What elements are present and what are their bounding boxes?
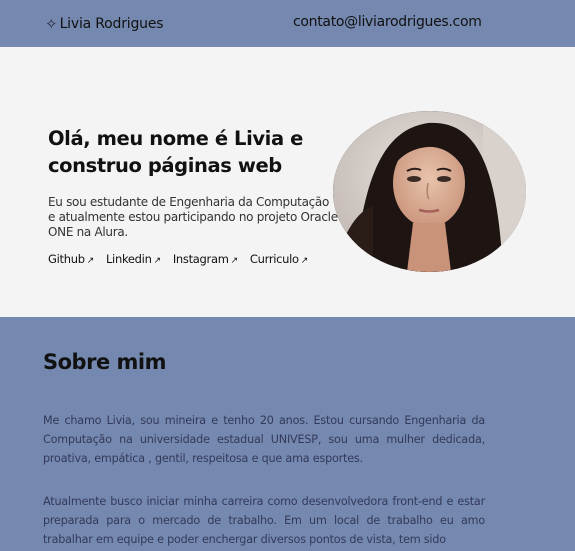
hero-intro: Eu sou estudante de Engenharia da Comput… — [48, 195, 338, 239]
arrow-up-right-icon: ↗ — [300, 256, 309, 266]
about-paragraph-2: Atualmente busco iniciar minha carreira … — [43, 495, 485, 546]
about-paragraph-1: Me chamo Livia, sou mineira e tenho 20 a… — [43, 414, 485, 465]
instagram-link[interactable]: Instagram ↗ — [173, 252, 238, 266]
instagram-link-label: Instagram — [172, 252, 229, 266]
email-link[interactable]: contato@liviarodrigues.com — [293, 14, 482, 30]
profile-photo — [333, 111, 526, 272]
sparkle-icon: ✧ — [45, 14, 58, 33]
linkedin-link-label: Linkedin — [105, 252, 152, 266]
arrow-up-right-icon: ↗ — [86, 256, 95, 266]
arrow-up-right-icon: ↗ — [153, 256, 162, 266]
curriculo-link[interactable]: Curriculo ↗ — [250, 252, 308, 266]
site-header: ✧ Livia Rodrigues contato@liviarodrigues… — [0, 0, 575, 47]
hero-section: Olá, meu nome é Livia e construo páginas… — [0, 47, 575, 317]
brand[interactable]: ✧ Livia Rodrigues — [45, 14, 164, 34]
curriculo-link-label: Curriculo — [249, 252, 299, 266]
linkedin-link[interactable]: Linkedin ↗ — [106, 252, 161, 266]
about-title: Sobre mim — [43, 350, 166, 374]
github-link[interactable]: Github ↗ — [48, 252, 94, 266]
arrow-up-right-icon: ↗ — [230, 256, 239, 266]
brand-name: Livia Rodrigues — [59, 16, 164, 32]
social-links: Github ↗ Linkedin ↗ Instagram ↗ Curriculo ↗ — [48, 252, 320, 266]
hero-title: Olá, meu nome é Livia e construo páginas… — [48, 127, 303, 177]
github-link-label: Github — [48, 252, 85, 266]
profile-photo-illustration — [333, 111, 526, 272]
about-section: Sobre mim Me chamo Livia, sou mineira e … — [0, 317, 575, 551]
